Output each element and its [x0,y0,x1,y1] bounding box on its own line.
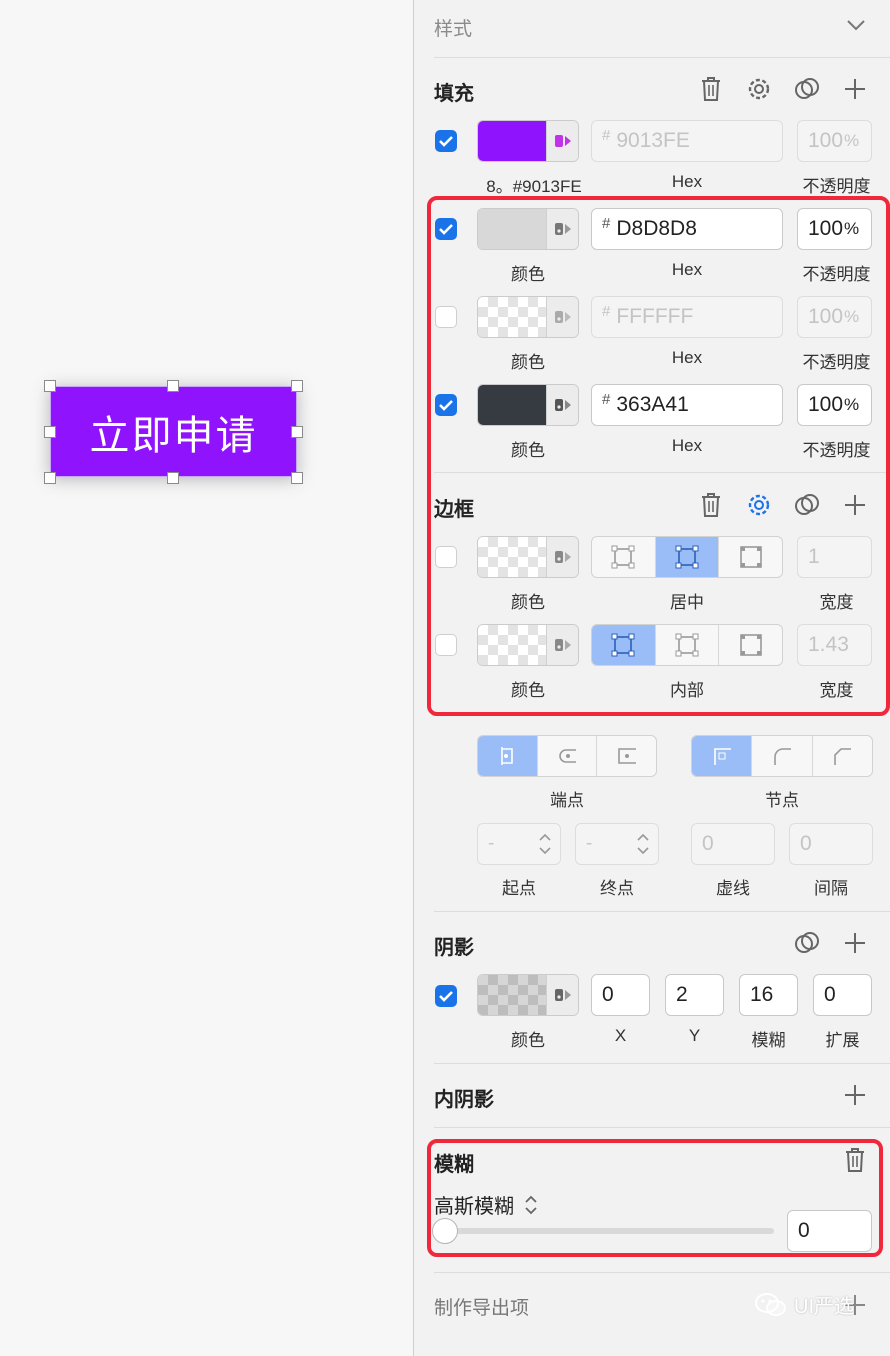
watermark-text: UI严选 [794,1296,854,1318]
shadow-color-caption: 颜色 [511,1031,545,1050]
watermark: UI严选 [754,1290,854,1319]
fill-color-swatch[interactable] [477,120,579,162]
blend-mode-icon[interactable] [792,74,822,104]
trash-icon[interactable] [696,74,726,104]
canvas-button-layer[interactable]: 立即申请 [50,386,297,477]
shadow-spread-input[interactable]: 0 [813,974,872,1016]
style-header[interactable]: 样式 [434,14,472,41]
fill-opacity-caption: 不透明度 [802,177,871,196]
fill-checkbox[interactable] [435,130,457,152]
resize-handle-ml[interactable] [44,426,56,438]
bevel-join-option[interactable] [813,736,872,776]
end-arrow-caption: 终点 [600,879,634,898]
shadow-x-input[interactable]: 0 [591,974,650,1016]
gap-caption: 间隔 [814,879,848,898]
fill-opacity-input[interactable]: 100% [797,120,872,162]
resize-handle-tm[interactable] [167,380,179,392]
fill-title: 填充 [434,83,474,105]
shadow-y-caption: Y [688,1026,701,1045]
add-icon[interactable] [840,74,870,104]
round-cap-option[interactable] [538,736,598,776]
line-joins-segmented[interactable] [691,735,873,777]
fill-hex-input[interactable]: #9013FE [591,120,783,162]
inspector-panel: 样式 填充 #9013FE 100% 8。#9013FE Hex 不透明度 # D… [413,0,890,1356]
inner-shadow-title: 内阴影 [434,1089,494,1111]
line-joins-caption: 节点 [765,791,799,810]
miter-join-option[interactable] [692,736,753,776]
resize-handle-bl[interactable] [44,472,56,484]
shadow-y-input[interactable]: 2 [665,974,724,1016]
fill-hex-caption: Hex [671,172,703,191]
end-arrow-select[interactable]: - [575,823,659,865]
square-cap-option[interactable] [597,736,656,776]
resize-handle-bm[interactable] [167,472,179,484]
shadow-blur-input[interactable]: 16 [739,974,798,1016]
export-title: 制作导出项 [434,1298,530,1319]
shadow-color-swatch[interactable] [477,974,579,1016]
resize-handle-br[interactable] [291,472,303,484]
shadow-title: 阴影 [434,937,474,959]
butt-cap-option[interactable] [478,736,538,776]
add-icon[interactable] [840,1080,870,1110]
start-arrow-caption: 起点 [502,879,536,898]
highlight-box-fills-borders [427,196,890,716]
wechat-icon [755,1292,786,1316]
round-join-option[interactable] [752,736,813,776]
highlight-box-blur [427,1139,883,1257]
shadow-blur-caption: 模糊 [751,1031,786,1050]
line-caps-caption: 端点 [550,791,584,810]
blend-mode-icon[interactable] [792,928,822,958]
fill-color-caption: 8。#9013FE [486,177,582,196]
shadow-checkbox[interactable] [435,985,457,1007]
dash-caption: 虚线 [716,879,750,898]
dash-input[interactable]: 0 [691,823,775,865]
chevron-down-icon[interactable] [841,10,871,40]
start-arrow-select[interactable]: - [477,823,561,865]
gap-input[interactable]: 0 [789,823,873,865]
canvas-area[interactable]: 立即申请 [0,0,412,1356]
gear-icon[interactable] [744,74,774,104]
line-caps-segmented[interactable] [477,735,657,777]
add-icon[interactable] [840,928,870,958]
resize-handle-mr[interactable] [291,426,303,438]
shadow-spread-caption: 扩展 [825,1031,860,1050]
resize-handle-tl[interactable] [44,380,56,392]
shadow-x-caption: X [614,1026,627,1045]
resize-handle-tr[interactable] [291,380,303,392]
